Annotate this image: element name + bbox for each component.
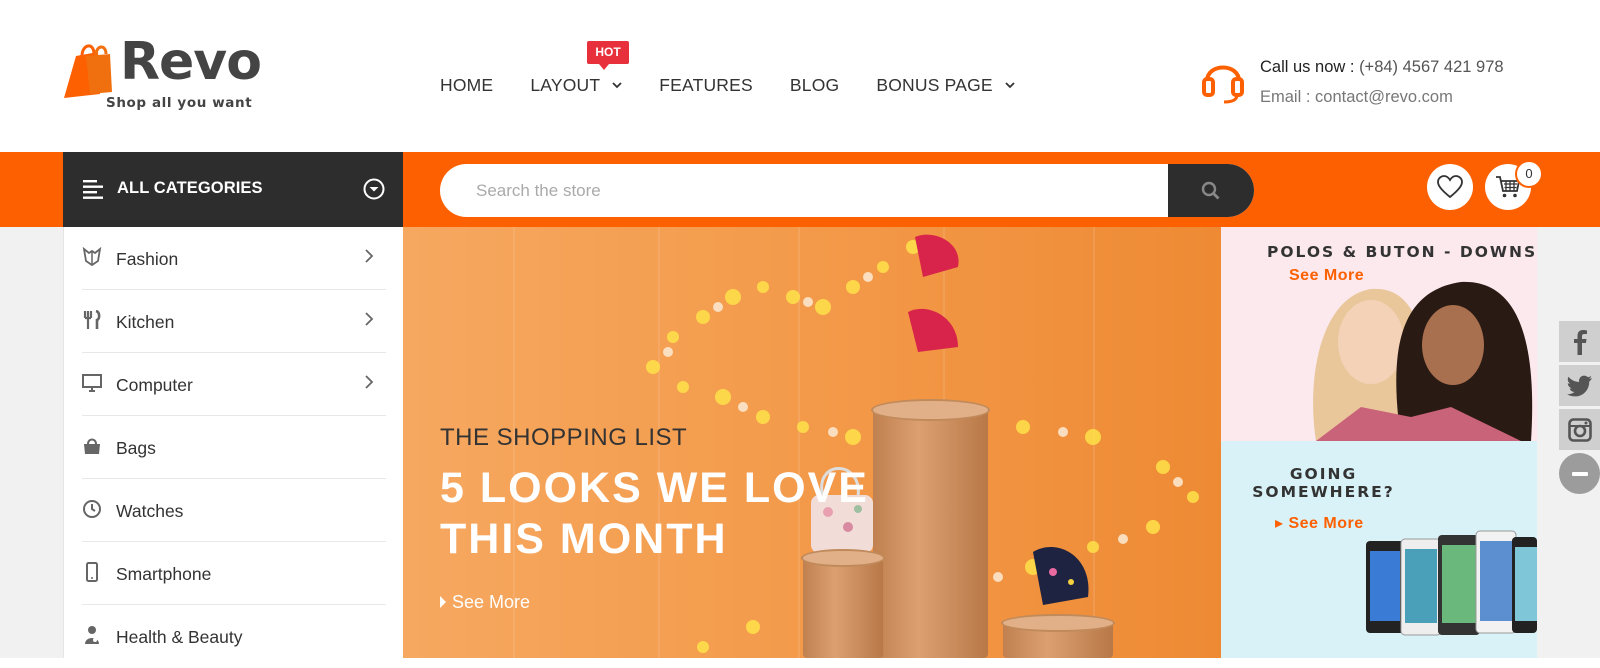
promo-polos-see-more-link[interactable]: See More [1289, 267, 1364, 285]
instagram-icon [1567, 417, 1592, 442]
chevron-down-icon [1005, 82, 1015, 89]
category-label: Health & Beauty [116, 627, 243, 647]
banner-title-line1: 5 LOOKS WE LOVE [440, 464, 869, 512]
twitter-icon [1566, 375, 1592, 396]
category-item-bags[interactable]: Bags [82, 416, 386, 479]
call-label: Call us now : [1260, 58, 1355, 76]
chevron-circle-down-icon [363, 178, 385, 200]
wishlist-button[interactable] [1427, 164, 1473, 210]
smartphones-image [1366, 530, 1537, 636]
cart-count-badge: 0 [1515, 160, 1543, 188]
promo-travel-banner[interactable]: GOING SOMEWHERE? ▸ See More [1221, 441, 1537, 658]
clock-icon [83, 500, 101, 518]
search-bar [440, 164, 1254, 217]
banner-title: 5 LOOKS WE LOVE THIS MONTH [440, 463, 869, 565]
chevron-right-icon [365, 312, 374, 326]
category-item-health-beauty[interactable]: Health & Beauty [82, 605, 386, 668]
facebook-button[interactable] [1559, 321, 1600, 362]
headphones-icon [1202, 65, 1244, 104]
chevron-down-icon [612, 82, 622, 89]
search-input[interactable] [440, 164, 1170, 217]
category-menu: Fashion Kitchen Computer Bags Watches Sm… [63, 227, 403, 658]
category-item-watches[interactable]: Watches [82, 479, 386, 542]
twitter-button[interactable] [1559, 365, 1600, 406]
chevron-right-icon [365, 375, 374, 389]
heart-icon [1437, 175, 1463, 199]
nav-home[interactable]: HOME [440, 73, 493, 97]
search-button[interactable] [1168, 164, 1254, 217]
nav-blog-label: BLOG [789, 74, 840, 95]
promo-polos-title: POLOS & BUTON - DOWNS [1267, 243, 1537, 261]
hero-banner[interactable]: THE SHOPPING LIST 5 LOOKS WE LOVE THIS M… [403, 227, 1221, 658]
chevron-right-icon [365, 249, 374, 263]
facebook-icon [1573, 329, 1587, 355]
contact-phone-line: Call us now : (+84) 4567 421 978 [1260, 58, 1504, 77]
search-icon [1201, 181, 1220, 199]
bag-icon [84, 438, 100, 454]
category-label: Watches [116, 501, 184, 521]
site-logo[interactable]: Revo Shop all you want [62, 32, 262, 116]
page-gutter-left [0, 227, 63, 658]
fashion-icon [82, 247, 102, 267]
category-item-kitchen[interactable]: Kitchen [82, 290, 386, 353]
category-label: Computer [116, 375, 193, 395]
instagram-button[interactable] [1559, 409, 1600, 450]
category-label: Fashion [116, 249, 179, 269]
kitchen-icon [83, 310, 101, 329]
phone-icon [86, 562, 98, 582]
category-item-computer[interactable]: Computer [82, 353, 386, 416]
minus-icon [1571, 471, 1588, 476]
menu-icon [83, 180, 103, 199]
nav-bonus-page-label: BONUS PAGE [876, 74, 993, 95]
email-label: Email : [1260, 88, 1311, 106]
main-nav: HOME LAYOUT FEATURES BLOG BONUS PAGE [440, 73, 1052, 97]
promo-polos-banner[interactable]: POLOS & BUTON - DOWNS See More [1221, 227, 1537, 441]
logo-wordmark: Revo [120, 32, 262, 92]
nav-features-label: FEATURES [659, 74, 753, 95]
all-categories-label: ALL CATEGORIES [117, 179, 263, 197]
nav-features[interactable]: FEATURES [659, 73, 753, 97]
site-header: Revo Shop all you want HOT HOME LAYOUT F… [0, 0, 1600, 152]
phone-number[interactable]: (+84) 4567 421 978 [1359, 58, 1504, 76]
category-label: Kitchen [116, 312, 175, 332]
category-item-fashion[interactable]: Fashion [82, 227, 386, 290]
banner-title-line2: THIS MONTH [440, 515, 728, 563]
banner-see-more-link[interactable]: See More [440, 592, 530, 613]
category-item-smartphone[interactable]: Smartphone [82, 542, 386, 605]
nav-bonus-page[interactable]: BONUS PAGE [876, 73, 1015, 97]
category-label: Bags [116, 438, 156, 458]
contact-email-line: Email : contact@revo.com [1260, 88, 1453, 107]
hot-badge: HOT [587, 41, 629, 70]
email-address[interactable]: contact@revo.com [1315, 88, 1453, 106]
all-categories-button[interactable]: ALL CATEGORIES [63, 152, 403, 227]
nav-blog[interactable]: BLOG [790, 73, 839, 97]
beauty-icon [85, 626, 99, 644]
social-collapse-button[interactable] [1559, 453, 1600, 494]
monitor-icon [82, 374, 102, 392]
logo-tagline: Shop all you want [106, 95, 253, 111]
nav-layout[interactable]: LAYOUT [530, 73, 622, 97]
banner-subtitle: THE SHOPPING LIST [440, 424, 688, 451]
nav-layout-label: LAYOUT [530, 74, 601, 95]
category-label: Smartphone [116, 564, 212, 584]
nav-home-label: HOME [440, 74, 494, 95]
